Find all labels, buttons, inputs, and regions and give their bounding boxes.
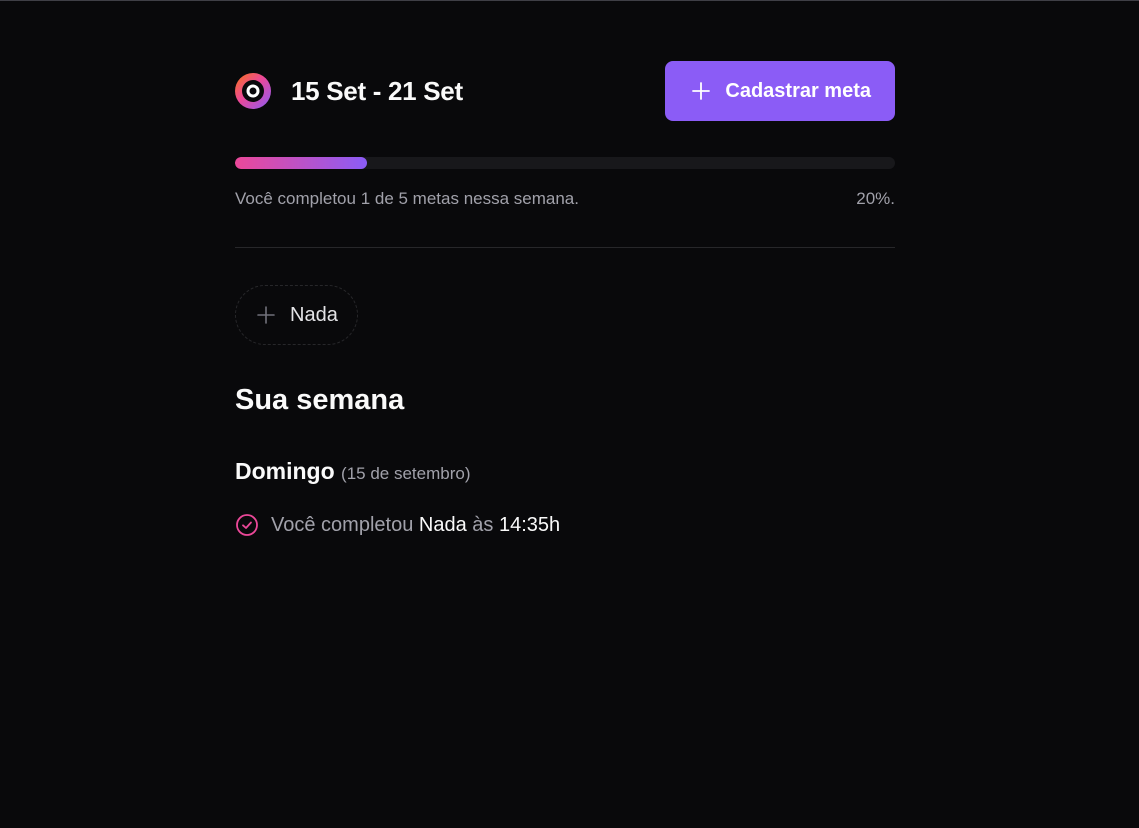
completion-prefix: Você completou bbox=[271, 513, 414, 536]
completion-list: Você completou Nada às 14:35h bbox=[235, 513, 895, 537]
pending-goal-title: Nada bbox=[290, 303, 338, 326]
progress-summary: Você completou 1 de 5 metas nessa semana… bbox=[235, 189, 579, 208]
completion-connector: às bbox=[472, 513, 494, 536]
completion-time: 14:35h bbox=[498, 513, 561, 536]
header-left: 15 Set - 21 Set bbox=[235, 73, 463, 109]
create-goal-label: Cadastrar meta bbox=[725, 79, 871, 102]
week-range-title: 15 Set - 21 Set bbox=[291, 75, 463, 106]
pending-goal-button[interactable]: Nada bbox=[235, 285, 358, 345]
day-header: Domingo (15 de setembro) bbox=[235, 458, 895, 485]
day-date: (15 de setembro) bbox=[341, 464, 471, 483]
completion-item: Você completou Nada às 14:35h bbox=[235, 513, 895, 537]
plus-icon bbox=[692, 82, 711, 100]
in-orbit-logo-icon bbox=[235, 73, 271, 109]
progress-info: Você completou 1 de 5 metas nessa semana… bbox=[235, 189, 895, 209]
weekly-progress-bar bbox=[235, 157, 895, 169]
completion-goal: Nada bbox=[418, 513, 467, 536]
completion-text: Você completou Nada às 14:35h bbox=[271, 514, 560, 537]
weekly-progress-fill bbox=[235, 157, 367, 169]
create-goal-button[interactable]: Cadastrar meta bbox=[665, 61, 895, 121]
progress-percent: 20%. bbox=[856, 189, 895, 208]
divider bbox=[235, 247, 895, 248]
window-top-border bbox=[0, 0, 1139, 1]
circle-check-icon bbox=[236, 514, 258, 536]
week-summary-title: Sua semana bbox=[235, 384, 405, 416]
day-weekday: Domingo bbox=[235, 458, 335, 484]
plus-icon bbox=[257, 306, 275, 324]
app-container: 15 Set - 21 Set Cadastrar meta Você comp… bbox=[235, 61, 895, 537]
header: 15 Set - 21 Set Cadastrar meta bbox=[235, 61, 895, 121]
pending-goals-list: Nada bbox=[235, 285, 895, 345]
